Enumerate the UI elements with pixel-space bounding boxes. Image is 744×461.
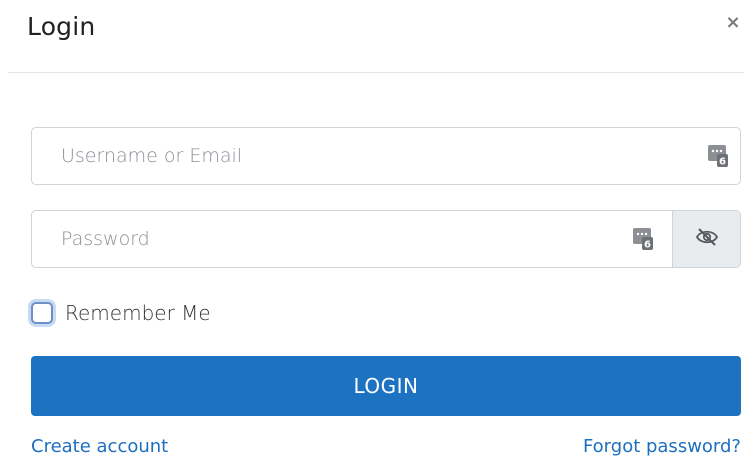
remember-me-checkbox[interactable] — [31, 302, 53, 324]
eye-slash-icon — [694, 226, 720, 253]
username-field-group: 6 — [31, 127, 741, 185]
password-input[interactable] — [32, 211, 612, 267]
svg-text:6: 6 — [719, 157, 726, 168]
show-password-toggle[interactable] — [672, 211, 740, 267]
username-input[interactable] — [32, 128, 692, 184]
password-manager-icon[interactable]: 6 — [633, 228, 653, 251]
remember-me-label[interactable]: Remember Me — [65, 301, 211, 325]
login-button[interactable]: LOGIN — [31, 356, 741, 416]
create-account-link[interactable]: Create account — [31, 436, 168, 457]
remember-me-row: Remember Me — [31, 298, 211, 328]
password-field-group: 6 — [31, 210, 741, 268]
login-modal: Login × 6 6 — [0, 0, 744, 461]
forgot-password-link[interactable]: Forgot password? — [583, 436, 741, 457]
svg-text:6: 6 — [644, 240, 651, 251]
password-manager-icon[interactable]: 6 — [708, 145, 728, 168]
close-button[interactable]: × — [724, 12, 742, 34]
modal-title: Login — [27, 12, 96, 41]
modal-header: Login × — [8, 0, 744, 73]
